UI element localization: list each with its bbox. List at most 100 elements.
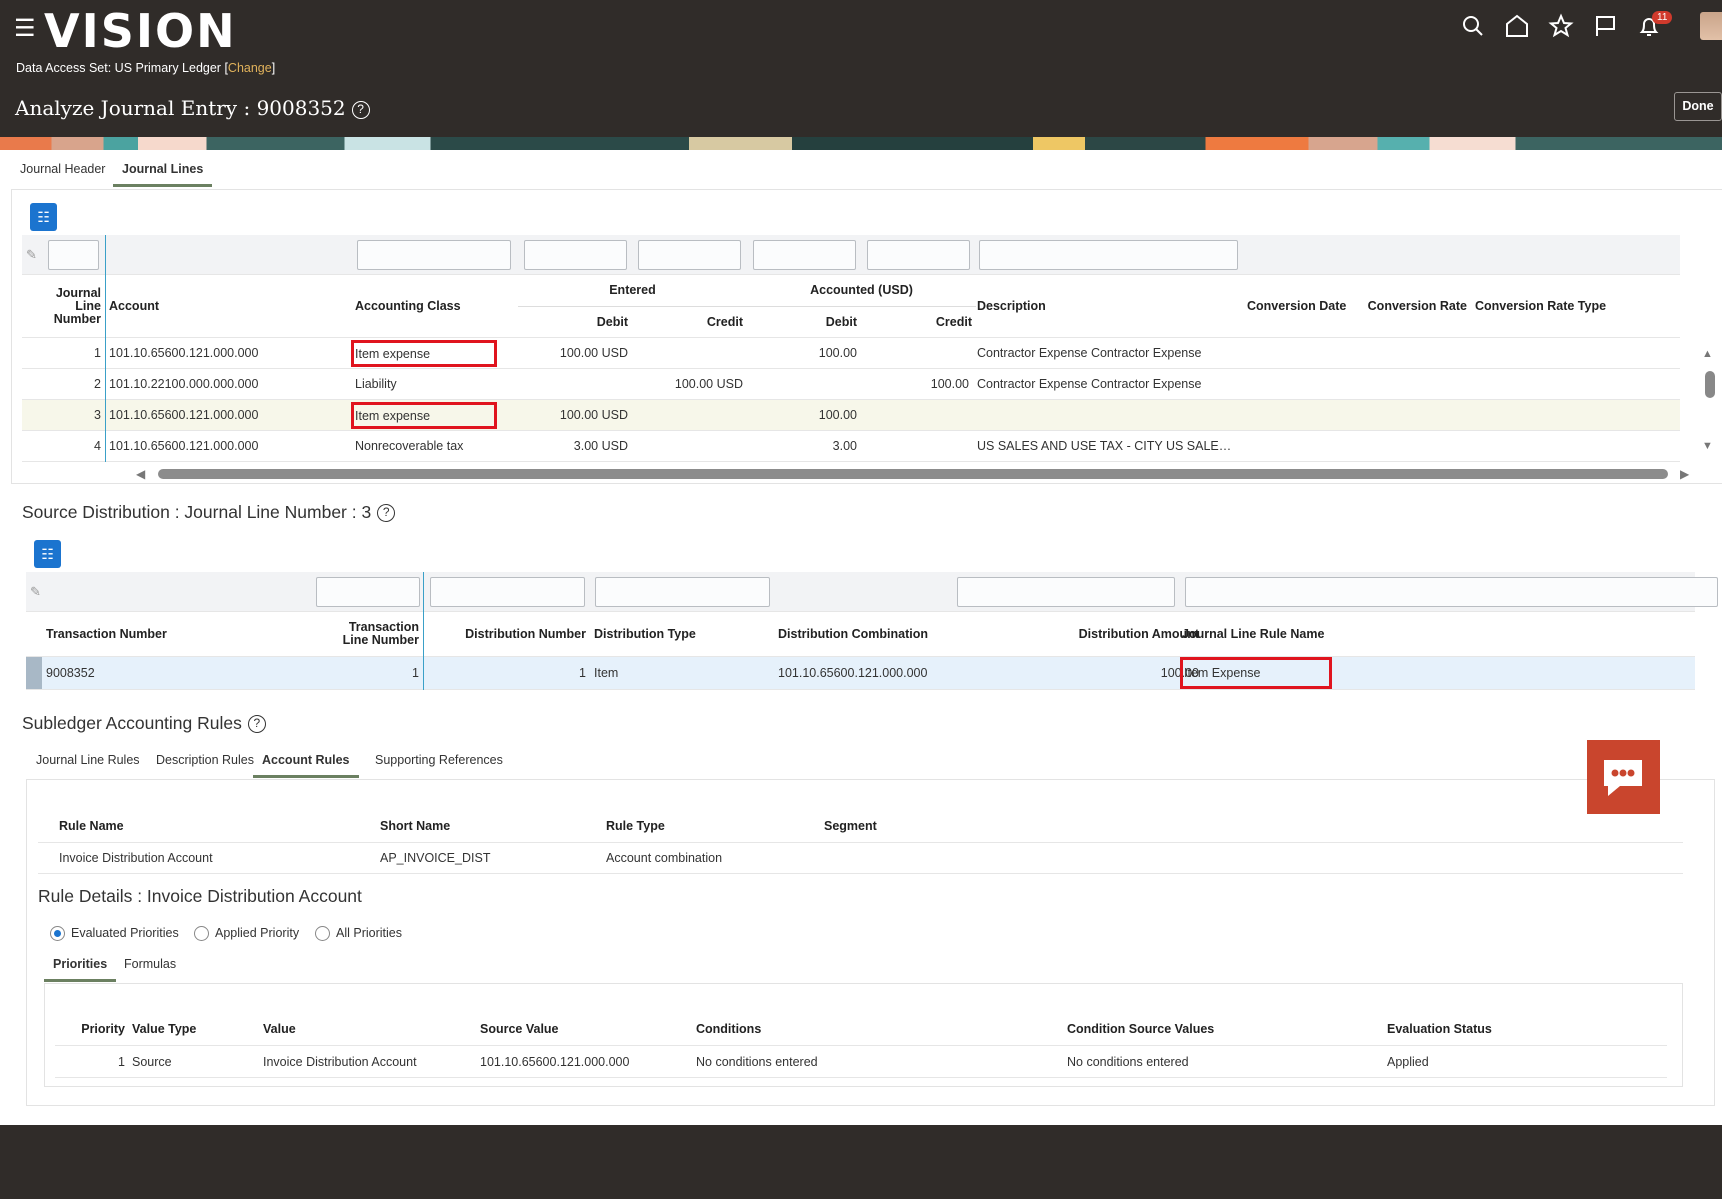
table-row[interactable]: 3 101.10.65600.121.000.000 Item expense 100… <box>22 400 1680 431</box>
tab-priorities[interactable]: Priorities <box>44 957 117 982</box>
column-header-rule-name[interactable]: Rule Name <box>55 810 375 842</box>
column-header-txn-line[interactable]: Transaction Line Number <box>332 612 423 656</box>
row-selector[interactable] <box>22 338 42 368</box>
row-selector[interactable] <box>38 843 54 873</box>
tab-formulas[interactable]: Formulas <box>124 957 176 979</box>
cell-description: US SALES AND USE TAX - CITY US SALE… <box>977 439 1232 453</box>
cell-entered-credit <box>632 400 747 430</box>
column-header-conversion-rate-type[interactable]: Conversion Rate Type <box>1471 275 1680 337</box>
tab-account-rules[interactable]: Account Rules <box>253 753 359 778</box>
column-header-credit[interactable]: Credit <box>861 307 976 338</box>
radio-label: Evaluated Priorities <box>71 926 179 940</box>
column-header-accounting-class[interactable]: Accounting Class <box>351 275 518 337</box>
column-header-condition-source-values[interactable]: Condition Source Values <box>1063 1013 1383 1045</box>
column-header-credit[interactable]: Credit <box>632 307 747 338</box>
filter-input[interactable] <box>979 240 1238 270</box>
column-header-debit[interactable]: Debit <box>518 307 632 338</box>
row-selector[interactable] <box>55 1046 71 1077</box>
tab-description-rules[interactable]: Description Rules <box>156 753 254 775</box>
query-by-example-button[interactable]: ☷ <box>34 540 61 568</box>
account-rules-table: Rule Name Short Name Rule Type Segment Invoi… <box>38 810 1683 874</box>
cell-value: Invoice Distribution Account <box>263 1054 417 1069</box>
radio-all-priorities[interactable]: All Priorities <box>315 926 402 942</box>
column-header-line[interactable]: Journal Line Number <box>42 275 105 337</box>
filter-input[interactable] <box>595 577 770 607</box>
tab-journal-header[interactable]: Journal Header <box>20 162 105 184</box>
row-selector[interactable] <box>22 369 42 399</box>
column-header-rule-type[interactable]: Rule Type <box>602 810 820 842</box>
avatar[interactable] <box>1700 12 1722 40</box>
help-icon[interactable]: ? <box>247 715 266 734</box>
scroll-left-icon[interactable]: ◀ <box>136 467 145 481</box>
filter-input[interactable] <box>1185 577 1718 607</box>
column-header-conversion-date[interactable]: Conversion Date <box>1243 275 1357 337</box>
tab-supporting-references[interactable]: Supporting References <box>375 753 503 775</box>
filter-input[interactable] <box>753 240 856 270</box>
radio-applied-priority[interactable]: Applied Priority <box>194 926 299 942</box>
column-header-source-value[interactable]: Source Value <box>476 1013 692 1045</box>
table-row[interactable]: Invoice Distribution Account AP_INVOICE_D… <box>38 843 1683 874</box>
row-selector[interactable] <box>22 431 42 461</box>
help-icon[interactable]: ? <box>377 504 396 523</box>
column-header-dist-amount[interactable]: Distribution Amount <box>953 612 1203 656</box>
column-header-conditions[interactable]: Conditions <box>692 1013 1063 1045</box>
filter-input[interactable] <box>867 240 970 270</box>
row-selector[interactable] <box>26 657 42 689</box>
radio-button[interactable] <box>50 926 65 942</box>
cell-accounting-class: Liability <box>355 377 397 391</box>
column-header-rule-name[interactable]: Journal Line Rule Name <box>1178 612 1478 656</box>
column-header-short-name[interactable]: Short Name <box>376 810 601 842</box>
vertical-scrollbar[interactable] <box>1705 371 1715 398</box>
filter-input[interactable] <box>316 577 420 607</box>
table-row[interactable]: 1 101.10.65600.121.000.000 Item expense 100… <box>22 338 1680 369</box>
row-selector[interactable] <box>22 400 42 430</box>
radio-button[interactable] <box>194 926 209 942</box>
star-icon[interactable] <box>1547 12 1575 40</box>
column-header-debit[interactable]: Debit <box>747 307 861 338</box>
filter-input[interactable] <box>957 577 1175 607</box>
column-header-value-type[interactable]: Value Type <box>128 1013 263 1045</box>
table-row[interactable]: 1 Source Invoice Distribution Account 101.1… <box>55 1046 1667 1078</box>
filter-input[interactable] <box>48 240 99 270</box>
done-button[interactable]: Done <box>1674 92 1722 121</box>
scroll-down-icon[interactable]: ▼ <box>1702 440 1713 452</box>
cell-condition-source-values: No conditions entered <box>1067 1054 1189 1069</box>
filter-input[interactable] <box>430 577 585 607</box>
table-row[interactable]: 4 101.10.65600.121.000.000 Nonrecoverable … <box>22 431 1680 462</box>
decorative-banner <box>0 137 1722 150</box>
column-header-txn-number[interactable]: Transaction Number <box>42 612 332 656</box>
query-by-example-button[interactable]: ☷ <box>30 203 57 231</box>
filter-input[interactable] <box>638 240 741 270</box>
tab-journal-lines[interactable]: Journal Lines <box>113 162 213 187</box>
column-header-evaluation-status[interactable]: Evaluation Status <box>1383 1013 1633 1045</box>
radio-button[interactable] <box>315 926 330 942</box>
tab-journal-line-rules[interactable]: Journal Line Rules <box>36 753 140 775</box>
edit-icon: ✎ <box>30 584 41 599</box>
search-icon[interactable] <box>1459 12 1487 40</box>
flag-icon[interactable] <box>1591 12 1619 40</box>
scroll-up-icon[interactable]: ▲ <box>1702 348 1713 360</box>
column-header-dist-number[interactable]: Distribution Number <box>423 612 590 656</box>
change-link[interactable]: Change <box>228 61 272 75</box>
filter-input[interactable] <box>357 240 511 270</box>
chat-button[interactable] <box>1587 740 1660 814</box>
help-icon[interactable]: ? <box>351 100 370 119</box>
column-header-conversion-rate[interactable]: Conversion Rate <box>1357 275 1471 337</box>
column-header-value[interactable]: Value <box>259 1013 477 1045</box>
table-row[interactable]: 9008352 1 1 Item 101.10.65600.121.000.000 100… <box>26 657 1695 690</box>
filter-input[interactable] <box>524 240 627 270</box>
scroll-right-icon[interactable]: ▶ <box>1680 467 1689 481</box>
radio-evaluated-priorities[interactable]: Evaluated Priorities <box>50 926 179 942</box>
column-header-dist-type[interactable]: Distribution Type <box>590 612 774 656</box>
edit-icon: ✎ <box>26 247 37 262</box>
column-header-account[interactable]: Account <box>105 275 351 337</box>
column-header-segment[interactable]: Segment <box>820 810 1120 842</box>
table-row[interactable]: 2 101.10.22100.000.000.000 Liability 100.00… <box>22 369 1680 400</box>
column-header-description[interactable]: Description <box>973 275 1243 337</box>
column-header-priority[interactable]: Priority <box>71 1013 129 1045</box>
horizontal-scrollbar[interactable] <box>158 469 1668 479</box>
cell-accounted-debit: 100.00 <box>818 408 857 422</box>
home-icon[interactable] <box>1503 12 1531 40</box>
column-header-dist-comb[interactable]: Distribution Combination <box>774 612 953 656</box>
menu-icon[interactable]: ☰ <box>14 14 36 43</box>
